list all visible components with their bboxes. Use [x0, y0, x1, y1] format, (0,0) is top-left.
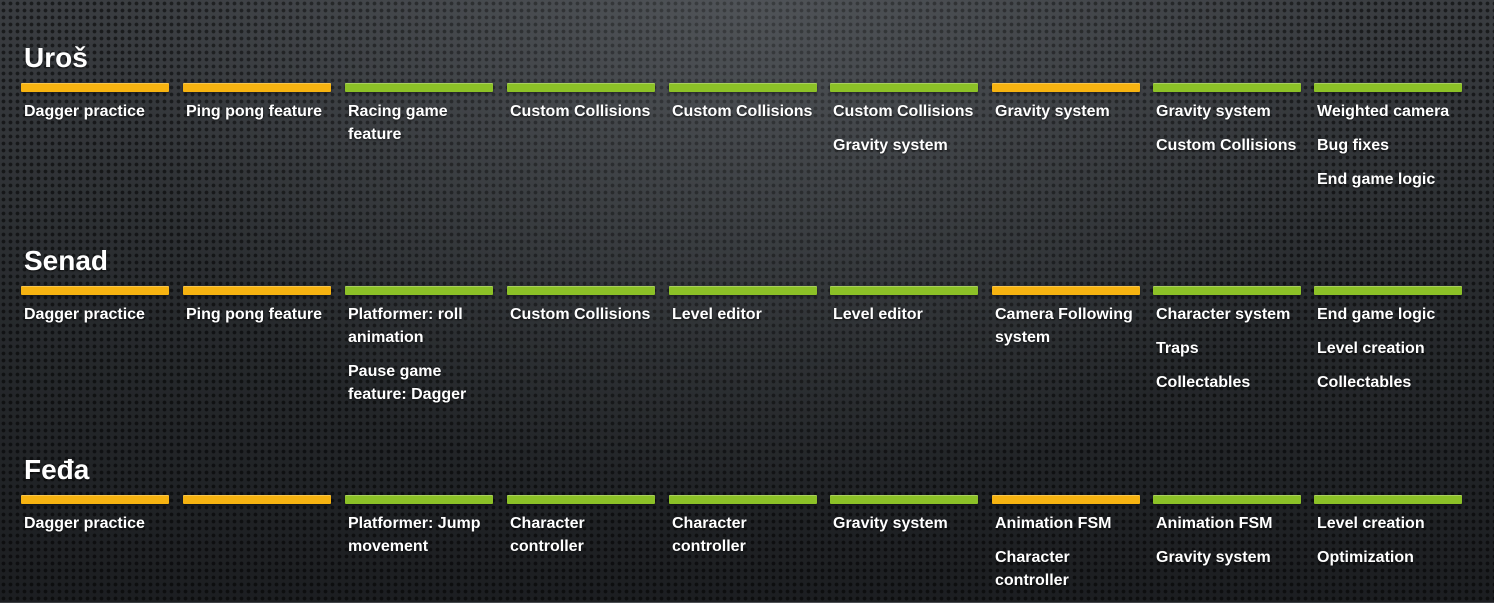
task-item: Custom Collisions	[1156, 137, 1297, 154]
task-cell: Level editor	[833, 303, 983, 337]
task-item: Custom Collisions	[833, 103, 974, 120]
task-item: Character controller	[672, 515, 747, 555]
task-item: Dagger practice	[24, 103, 145, 120]
task-cell: Dagger practice	[24, 100, 174, 134]
task-item: Racing game feature	[348, 103, 448, 143]
orange-sprint-bar	[183, 286, 331, 295]
green-sprint-bar	[507, 83, 655, 92]
task-cell: Level editor	[672, 303, 822, 337]
task-item: Level creation	[1317, 340, 1425, 357]
green-sprint-bar	[669, 495, 817, 504]
task-cell: Camera Following system	[995, 303, 1145, 360]
task-cell: Level creation Optimization	[1317, 512, 1467, 580]
task-item: Collectables	[1156, 374, 1251, 391]
task-item: Optimization	[1317, 549, 1414, 566]
task-item: Collectables	[1317, 374, 1412, 391]
green-sprint-bar	[345, 286, 493, 295]
task-cell: Racing game feature	[348, 100, 498, 157]
task-item: Dagger practice	[24, 306, 145, 323]
task-item: Weighted camera	[1317, 103, 1450, 120]
task-cell: Ping pong feature	[186, 100, 336, 134]
row-title: Uroš	[24, 42, 88, 73]
task-item: Gravity system	[833, 515, 948, 532]
task-item: Dagger practice	[24, 515, 145, 532]
task-item: Gravity system	[995, 103, 1110, 120]
task-cell: Gravity system	[833, 512, 983, 546]
task-cell: Character system Traps Collectables	[1156, 303, 1306, 405]
task-item: Ping pong feature	[186, 306, 322, 323]
task-item: Character controller	[510, 515, 585, 555]
green-sprint-bar	[1314, 286, 1462, 295]
green-sprint-bar	[507, 286, 655, 295]
task-cell: Gravity system	[995, 100, 1145, 134]
task-item: Animation FSM	[1156, 515, 1273, 532]
task-item: Platformer: Jump movement	[348, 515, 481, 555]
task-item: Character system	[1156, 306, 1291, 323]
task-cell: Character controller	[510, 512, 660, 569]
task-item: Gravity system	[1156, 549, 1271, 566]
green-sprint-bar	[830, 83, 978, 92]
green-sprint-bar	[1314, 83, 1462, 92]
green-sprint-bar	[830, 495, 978, 504]
row-title: Senad	[24, 245, 109, 276]
task-cell: Weighted camera Bug fixes End game logic	[1317, 100, 1467, 202]
task-item: End game logic	[1317, 171, 1436, 188]
task-item: Gravity system	[1156, 103, 1271, 120]
task-cell: Character controller	[672, 512, 822, 569]
orange-sprint-bar	[992, 83, 1140, 92]
task-cell: Dagger practice	[24, 303, 174, 337]
green-sprint-bar	[1314, 495, 1462, 504]
green-sprint-bar	[1153, 83, 1301, 92]
green-sprint-bar	[830, 286, 978, 295]
orange-sprint-bar	[21, 83, 169, 92]
green-sprint-bar	[1153, 286, 1301, 295]
task-item: End game logic	[1317, 306, 1436, 323]
orange-sprint-bar	[992, 495, 1140, 504]
orange-sprint-bar	[992, 286, 1140, 295]
task-item: Level editor	[672, 306, 762, 323]
task-item: Character controller	[995, 549, 1070, 589]
task-cell: Gravity system Custom Collisions	[1156, 100, 1306, 168]
orange-sprint-bar	[21, 286, 169, 295]
task-item: Pause game feature: Dagger	[348, 363, 467, 403]
task-item: Custom Collisions	[510, 103, 651, 120]
task-item: Platformer: roll animation	[348, 306, 463, 346]
task-item: Gravity system	[833, 137, 948, 154]
task-cell: Dagger practice	[24, 512, 174, 546]
task-cell: Platformer: Jump movement	[348, 512, 498, 569]
green-sprint-bar	[507, 495, 655, 504]
task-cell: Custom Collisions	[510, 100, 660, 134]
task-cell: Custom Collisions	[510, 303, 660, 337]
task-cell: Custom Collisions Gravity system	[833, 100, 983, 168]
task-cell: Platformer: roll animation Pause game fea…	[348, 303, 498, 417]
row-title: Feđa	[24, 454, 90, 485]
orange-sprint-bar	[183, 495, 331, 504]
task-cell: Animation FSM Gravity system	[1156, 512, 1306, 580]
task-item: Traps	[1156, 340, 1199, 357]
orange-sprint-bar	[183, 83, 331, 92]
green-sprint-bar	[1153, 495, 1301, 504]
task-item: Custom Collisions	[510, 306, 651, 323]
task-item: Ping pong feature	[186, 103, 322, 120]
task-item: Camera Following system	[995, 306, 1133, 346]
task-item: Bug fixes	[1317, 137, 1390, 154]
green-sprint-bar	[669, 286, 817, 295]
green-sprint-bar	[345, 495, 493, 504]
orange-sprint-bar	[21, 495, 169, 504]
green-sprint-bar	[669, 83, 817, 92]
task-item: Animation FSM	[995, 515, 1112, 532]
task-item: Level creation	[1317, 515, 1425, 532]
task-item: Level editor	[833, 306, 923, 323]
task-cell: End game logic Level creation Collectables	[1317, 303, 1467, 405]
green-sprint-bar	[345, 83, 493, 92]
task-cell: Ping pong feature	[186, 303, 336, 337]
task-cell: Custom Collisions	[672, 100, 822, 134]
task-item: Custom Collisions	[672, 103, 813, 120]
task-cell: Animation FSM Character controller	[995, 512, 1145, 603]
